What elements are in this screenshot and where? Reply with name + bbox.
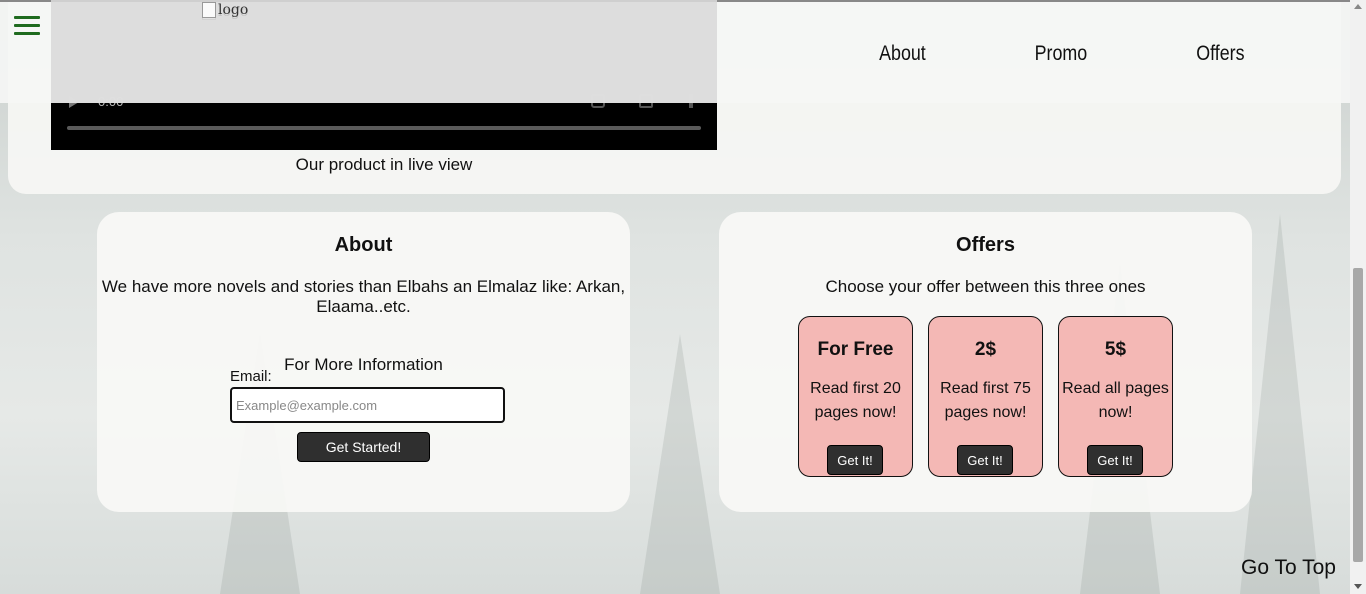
offer-card-free: For Free Read first 20 pages now! Get It…: [798, 316, 913, 477]
get-started-button[interactable]: Get Started!: [297, 432, 430, 462]
offers-card: Offers Choose your offer between this th…: [719, 212, 1252, 512]
get-it-button[interactable]: Get It!: [827, 445, 883, 475]
offers-title: Offers: [956, 234, 1015, 256]
menu-icon[interactable]: [14, 16, 40, 36]
email-label: Email:: [230, 368, 272, 385]
offer-card-5: 5$ Read all pages now! Get It!: [1058, 316, 1173, 477]
offer-text: Read all pages now!: [1062, 380, 1169, 421]
get-it-button[interactable]: Get It!: [1087, 445, 1143, 475]
logo-alt-text-overlay: logo: [218, 2, 249, 18]
get-it-button[interactable]: Get It!: [957, 445, 1013, 475]
email-field[interactable]: [230, 387, 505, 423]
page-scrollbar[interactable]: [1350, 0, 1366, 594]
scroll-down-arrow-icon[interactable]: [1354, 584, 1362, 589]
about-text: We have more novels and stories than Elb…: [101, 277, 626, 316]
logo-overlay: logo: [202, 2, 248, 18]
offer-text: Read first 20 pages now!: [810, 380, 901, 421]
scroll-up-arrow-icon[interactable]: [1354, 4, 1362, 9]
background-tree: [1240, 214, 1320, 594]
offer-title: 5$: [1104, 339, 1127, 360]
nav-link-offers[interactable]: Offers: [1196, 42, 1244, 66]
offers-subtitle: Choose your offer between this three one…: [825, 277, 1146, 296]
offer-card-2: 2$ Read first 75 pages now! Get It!: [928, 316, 1043, 477]
scroll-thumb[interactable]: [1353, 268, 1363, 562]
video-top-overlay: [51, 0, 717, 103]
about-card: About We have more novels and stories th…: [97, 212, 630, 512]
video-progress-bar[interactable]: [67, 126, 701, 130]
email-form: Email:: [230, 366, 506, 423]
about-title: About: [334, 234, 393, 256]
offer-title: 2$: [974, 339, 997, 360]
broken-image-icon: [202, 2, 216, 18]
go-to-top-link[interactable]: Go To Top: [1241, 556, 1336, 580]
nav-link-promo[interactable]: Promo: [1035, 42, 1088, 66]
nav-link-about[interactable]: About: [880, 42, 927, 66]
nav-links: About Promo Offers: [775, 42, 1249, 66]
background-tree: [640, 334, 720, 594]
offers-list: For Free Read first 20 pages now! Get It…: [798, 316, 1173, 477]
offer-text: Read first 75 pages now!: [940, 380, 1031, 421]
video-caption: Our product in live view: [295, 155, 473, 174]
offer-title: For Free: [817, 339, 894, 360]
